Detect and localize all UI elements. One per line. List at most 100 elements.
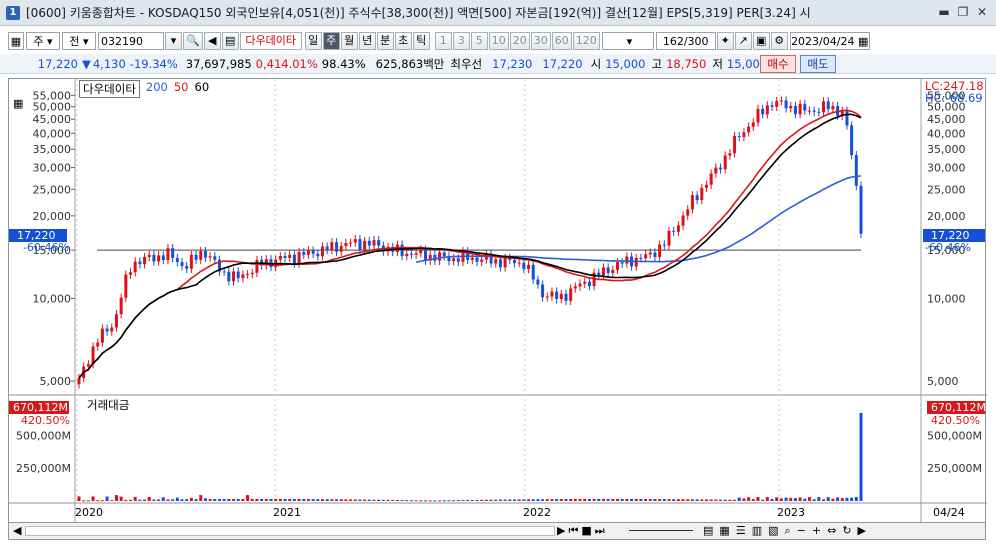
volume-bar[interactable] [676, 499, 680, 501]
volume-bar[interactable] [709, 499, 713, 501]
volume-bar[interactable] [634, 498, 638, 501]
moving-average-50[interactable] [78, 109, 862, 379]
candle[interactable] [77, 378, 81, 385]
candle[interactable] [606, 267, 610, 274]
candle[interactable] [133, 261, 137, 273]
candle[interactable] [817, 111, 821, 113]
candle[interactable] [601, 267, 605, 276]
candle[interactable] [147, 254, 151, 257]
volume-bar[interactable] [569, 498, 573, 501]
candle[interactable] [250, 272, 254, 275]
volume-bar[interactable] [414, 500, 418, 502]
candle[interactable] [798, 103, 802, 115]
candle[interactable] [171, 248, 175, 258]
candle[interactable] [751, 122, 755, 127]
magnifier-icon[interactable]: ⌕ [785, 524, 791, 538]
candle[interactable] [662, 244, 666, 246]
candle[interactable] [826, 101, 830, 110]
candle[interactable] [367, 240, 371, 246]
volume-bar[interactable] [395, 499, 399, 501]
candle[interactable] [644, 254, 648, 259]
candle[interactable] [302, 251, 306, 255]
volume-bar[interactable] [82, 500, 86, 502]
volume-bar[interactable] [302, 499, 306, 501]
candle[interactable] [498, 259, 502, 268]
candle[interactable] [419, 249, 423, 254]
volume-bar[interactable] [498, 499, 502, 501]
candle[interactable] [325, 246, 329, 250]
volume-bar[interactable] [124, 499, 128, 501]
volume-bar[interactable] [503, 499, 507, 501]
volume-bar[interactable] [344, 499, 348, 501]
panel-menu-icon[interactable]: ▦ [13, 97, 23, 110]
candle[interactable] [807, 110, 811, 112]
close-icon[interactable]: ✕ [974, 4, 990, 20]
volume-bar[interactable] [653, 499, 657, 501]
volume-bar[interactable] [508, 499, 512, 501]
minus-icon[interactable]: − [797, 524, 806, 538]
candle[interactable] [129, 272, 133, 275]
volume-bar[interactable] [756, 497, 760, 501]
volume-bar[interactable] [353, 499, 357, 501]
candle[interactable] [353, 239, 357, 243]
candle[interactable] [278, 256, 282, 260]
bar-icon[interactable]: ▧ [768, 524, 778, 538]
volume-bar[interactable] [583, 498, 587, 501]
candle[interactable] [770, 105, 774, 107]
type-select[interactable]: 주 ▾ [26, 32, 60, 50]
candle[interactable] [100, 328, 104, 343]
volume-bar[interactable] [194, 499, 198, 501]
chart-icon[interactable]: ▥ [752, 524, 762, 538]
volume-bar[interactable] [138, 499, 142, 501]
volume-bar[interactable] [133, 496, 137, 501]
candle[interactable] [86, 364, 90, 367]
volume-bar[interactable] [606, 498, 610, 501]
candle[interactable] [306, 250, 310, 255]
candle[interactable] [859, 185, 863, 234]
moving-average-60[interactable] [78, 113, 862, 379]
candle[interactable] [110, 327, 114, 332]
volume-bar[interactable] [86, 500, 90, 502]
candle[interactable] [719, 167, 723, 170]
arrows-icon[interactable]: ⇔ [827, 524, 836, 538]
candle[interactable] [573, 286, 577, 289]
volume-bar[interactable] [250, 498, 254, 501]
stop-icon[interactable]: ■ [581, 524, 591, 538]
candle[interactable] [555, 291, 559, 300]
candle[interactable] [213, 256, 217, 260]
volume-bar[interactable] [859, 412, 863, 501]
volume-bar[interactable] [466, 499, 470, 501]
volume-bar[interactable] [330, 499, 334, 501]
volume-bar[interactable] [367, 499, 371, 501]
candle[interactable] [686, 209, 690, 216]
candle[interactable] [297, 251, 301, 264]
candle[interactable] [672, 230, 676, 232]
interval-button[interactable]: 120 [572, 32, 600, 50]
compare-icon[interactable]: ▦ [719, 524, 729, 538]
volume-bar[interactable] [681, 499, 685, 501]
candle[interactable] [611, 269, 615, 274]
candle[interactable] [405, 253, 409, 257]
volume-bar[interactable] [391, 499, 395, 501]
tool-icon[interactable]: ✦ [716, 32, 734, 50]
candle[interactable] [728, 153, 732, 156]
candle[interactable] [550, 291, 554, 297]
volume-bar[interactable] [527, 499, 531, 501]
volume-bar[interactable] [700, 499, 704, 501]
volume-bar[interactable] [456, 500, 460, 502]
volume-bar[interactable] [349, 499, 353, 501]
volume-bar[interactable] [325, 499, 329, 501]
volume-bar[interactable] [297, 499, 301, 501]
candle[interactable] [789, 105, 793, 109]
candle[interactable] [470, 257, 474, 260]
candle[interactable] [747, 126, 751, 133]
candle[interactable] [222, 271, 226, 273]
volume-bar[interactable] [438, 500, 442, 502]
plus-icon[interactable]: + [812, 524, 821, 538]
volume-bar[interactable] [129, 499, 133, 501]
volume-bar[interactable] [658, 499, 662, 501]
interval-button[interactable]: 5 [470, 32, 488, 50]
candle[interactable] [119, 297, 123, 315]
volume-bar[interactable] [91, 496, 95, 501]
volume-bar[interactable] [728, 499, 732, 501]
